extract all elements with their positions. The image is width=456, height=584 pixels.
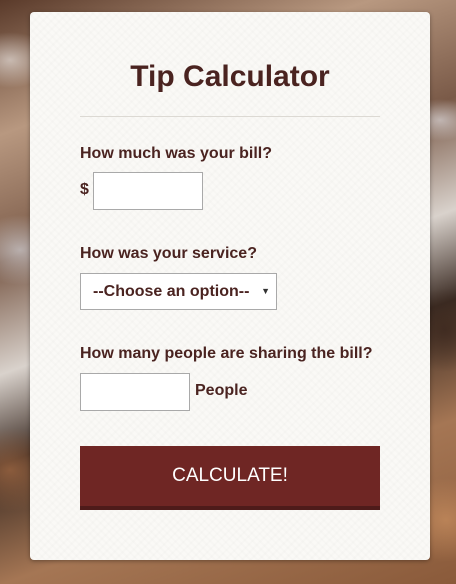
page-title: Tip Calculator <box>130 60 330 93</box>
tip-calculator-card: Tip Calculator How much was your bill? $… <box>30 12 430 560</box>
title-divider <box>80 116 380 117</box>
dropdown-arrow-icon: ▼ <box>261 286 270 296</box>
people-count-label: How many people are sharing the bill? <box>80 345 373 362</box>
service-quality-selected-value: --Choose an option-- <box>93 283 250 300</box>
currency-symbol: $ <box>80 181 89 198</box>
bill-amount-label: How much was your bill? <box>80 145 273 162</box>
service-quality-label: How was your service? <box>80 245 257 262</box>
people-count-input[interactable] <box>80 373 190 411</box>
bill-amount-input[interactable] <box>93 172 203 210</box>
people-suffix-label: People <box>195 382 248 399</box>
calculate-button[interactable]: CALCULATE! <box>80 446 380 510</box>
service-quality-select[interactable]: --Choose an option-- ▼ <box>80 273 277 310</box>
